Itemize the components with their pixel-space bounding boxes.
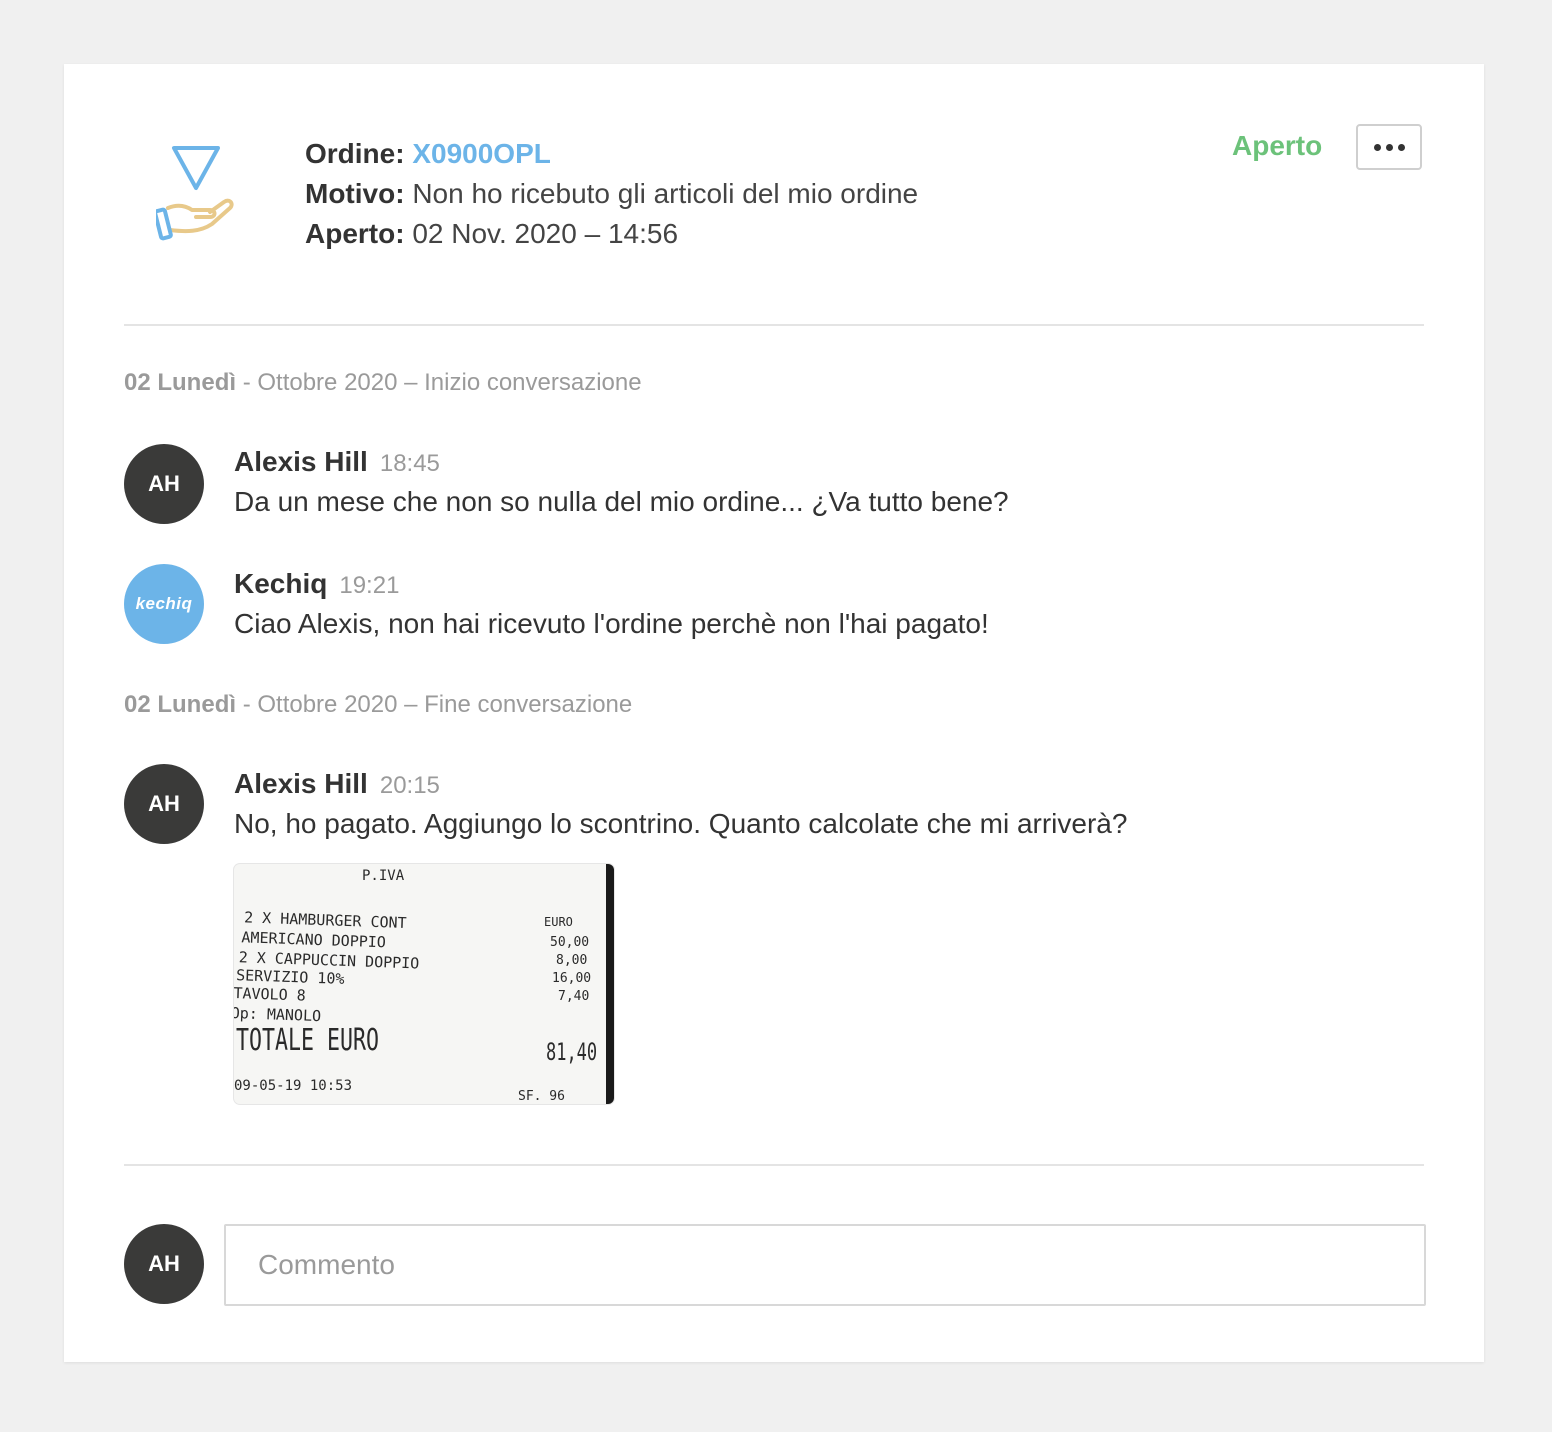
order-label: Ordine:: [305, 138, 405, 169]
ticket-card: Ordine: X0900OPL Motivo: Non ho ricebuto…: [64, 64, 1484, 1362]
receipt-image-attachment[interactable]: P.IVA 2 X HAMBURGER CONT AMERICANO DOPPI…: [234, 864, 614, 1104]
message-time: 18:45: [379, 450, 440, 477]
reason-label: Motivo:: [305, 178, 405, 209]
separator-day: 02 Lunedì: [124, 691, 237, 718]
receipt-line: AMERICANO DOPPIO: [241, 928, 386, 951]
opened-value: 02 Nov. 2020 – 14:56: [412, 218, 679, 249]
receipt-price: 8,00: [556, 953, 587, 968]
separator-text: - Ottobre 2020 – Inizio conversazione: [236, 369, 642, 396]
receipt-date: 09-05-19 10:53: [234, 1078, 352, 1094]
receipt-line: Op: MANOLO: [234, 1004, 321, 1025]
avatar: AH: [124, 444, 204, 524]
opened-label: Aperto:: [305, 218, 405, 249]
date-separator-end: 02 Lunedì - Ottobre 2020 – Fine conversa…: [124, 690, 632, 720]
author-name: Alexis Hill: [234, 768, 368, 799]
message-text: Ciao Alexis, non hai ricevuto l'ordine p…: [234, 608, 989, 639]
more-horizontal-icon: [1397, 143, 1405, 151]
receipt-line: TAVOLO 8: [234, 984, 306, 1005]
receipt-price: 7,40: [558, 989, 589, 1004]
message-header: Alexis Hill 18:45: [234, 445, 440, 481]
avatar: AH: [124, 764, 204, 844]
more-horizontal-icon: [1385, 143, 1393, 151]
separator-text: - Ottobre 2020 – Fine conversazione: [236, 691, 633, 718]
order-row: Ordine: X0900OPL: [305, 134, 918, 174]
order-id-link[interactable]: X0900OPL: [412, 138, 551, 169]
opened-row: Aperto: 02 Nov. 2020 – 14:56: [305, 214, 918, 254]
message-text: No, ho pagato. Aggiungo lo scontrino. Qu…: [234, 808, 1128, 839]
reason-value: Non ho ricebuto gli articoli del mio ord…: [412, 178, 919, 209]
receipt-total-label: TOTALE EURO: [236, 1024, 379, 1058]
author-name: Alexis Hill: [234, 446, 368, 477]
header-divider: [124, 324, 1424, 326]
message-time: 19:21: [339, 572, 400, 599]
receipt-code: SF. 96: [518, 1089, 565, 1104]
receipt-price: 16,00: [552, 971, 591, 986]
message-text: Da un mese che non so nulla del mio ordi…: [234, 486, 1009, 517]
receipt-header: P.IVA: [362, 868, 405, 884]
reason-row: Motivo: Non ho ricebuto gli articoli del…: [305, 174, 918, 214]
ticket-details: Ordine: X0900OPL Motivo: Non ho ricebuto…: [305, 134, 918, 254]
date-separator-start: 02 Lunedì - Ottobre 2020 – Inizio conver…: [124, 368, 642, 398]
more-horizontal-icon: [1373, 143, 1381, 151]
current-user-avatar: AH: [124, 1224, 204, 1304]
message-header: Alexis Hill 20:15: [234, 767, 440, 803]
receipt-price: 50,00: [550, 935, 589, 950]
hand-triangle-icon: [153, 144, 238, 244]
message-time: 20:15: [379, 772, 440, 799]
message-header: Kechiq 19:21: [234, 567, 399, 603]
author-name: Kechiq: [234, 568, 328, 599]
composer-divider: [124, 1164, 1424, 1166]
more-options-button[interactable]: [1356, 124, 1422, 170]
receipt-total-value: 81,40: [546, 1038, 597, 1066]
brand-avatar: kechiq: [124, 564, 204, 644]
receipt-currency: EURO: [544, 915, 573, 929]
comment-input[interactable]: [224, 1224, 1426, 1306]
status-badge: Aperto: [1232, 130, 1323, 161]
separator-day: 02 Lunedì: [124, 369, 237, 396]
